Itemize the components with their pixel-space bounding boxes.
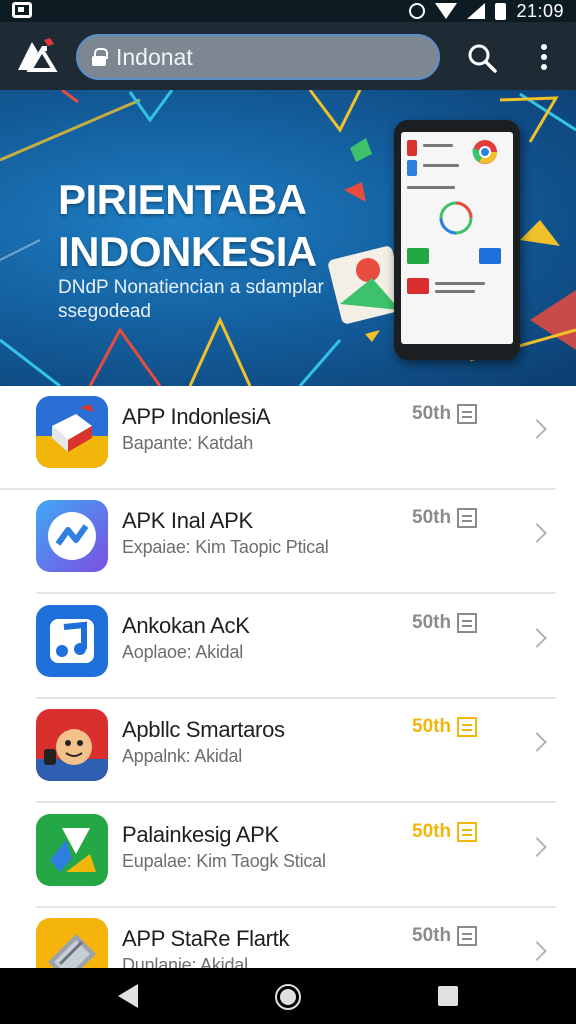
chevron-right-icon[interactable] [527,941,547,961]
home-icon[interactable] [275,984,301,1010]
app-icon [36,814,108,886]
chevron-right-icon[interactable] [527,837,547,857]
chrome-icon [472,140,497,164]
app-size: 50th [412,403,478,425]
app-size-value: 50th [412,403,452,424]
app-description: Aoplaoe: Akidal [122,642,244,662]
app-size-value: 50th [412,716,452,737]
app-size: 50th [412,507,478,529]
banner-title-line-2: INDONKESIA [58,228,317,275]
app-size-value: 50th [412,925,452,946]
chevron-right-icon[interactable] [527,628,547,648]
app-name: APP IndonlesiA [122,404,271,429]
download-size-icon [457,926,478,946]
download-size-icon [457,613,478,633]
divider [36,592,556,594]
app-name: Palainkesig APK [122,822,279,847]
download-size-icon [457,508,478,528]
app-size: 50th [412,821,478,843]
app-name: APP StaRe Flartk [122,926,290,951]
download-size-icon [457,822,478,842]
app-description: Expaiae: Kim Taopic Ptical [122,537,329,557]
app-size-value: 50th [412,507,452,528]
back-icon[interactable] [118,984,138,1008]
banner-subtitle: DNdP Nonatiencian a sdamplar ssegodead [58,277,324,322]
app-description: Appalnk: Akidal [122,746,243,766]
battery-icon [495,2,507,20]
list-item[interactable]: Apbllc Smartaros Appalnk: Akidal 50th [0,699,576,803]
address-bar[interactable]: Indonat [76,34,440,80]
lock-icon [92,48,108,66]
app-size: 50th [412,716,478,738]
download-size-icon [457,404,478,424]
status-time: 21:09 [516,0,564,21]
phone-screen [401,132,513,344]
list-item[interactable]: APP IndonlesiA Bapante: Katdah 50th [0,386,576,490]
list-item[interactable]: APP StaRe Flartk Dunlanie: Akidal 50th [0,908,576,968]
app-name: Ankokan AcK [122,613,250,638]
app-logo-icon[interactable] [16,36,58,74]
app-icon [36,396,108,468]
wifi-icon [435,3,458,19]
notification-icon [12,2,32,18]
browser-toolbar: Indonat [0,22,576,90]
alarm-icon [409,3,426,19]
url-text[interactable]: Indonat [116,44,193,71]
list-item[interactable]: Ankokan AcK Aoplaoe: Akidal 50th [0,595,576,699]
app-description: Bapante: Katdah [122,433,254,453]
list-item[interactable]: Palainkesig APK Eupalae: Kim Taogk Stica… [0,804,576,908]
list-item[interactable]: APK Inal APK Expaiae: Kim Taopic Ptical … [0,490,576,594]
signal-icon [467,3,486,19]
app-description: Eupalae: Kim Taogk Stical [122,851,326,871]
app-icon [36,605,108,677]
app-size: 50th [412,925,478,947]
app-name: Apbllc Smartaros [122,717,285,742]
status-bar: 21:09 [0,0,576,22]
app-description: Dunlanie: Akidal [122,955,248,968]
divider [36,801,556,803]
app-size-value: 50th [412,612,452,633]
phone-chart-icon [439,201,473,235]
app-icon [36,500,108,572]
chevron-right-icon[interactable] [527,419,547,439]
system-nav-bar [0,968,576,1024]
promo-banner[interactable]: PIRIENTABA INDONKESIA DNdP Nonatiencian … [0,90,576,386]
app-size-value: 50th [412,821,452,842]
banner-title: PIRIENTABA INDONKESIA [58,174,317,278]
app-icon [36,709,108,781]
app-name: APK Inal APK [122,508,253,533]
download-size-icon [457,717,478,737]
recents-icon[interactable] [438,986,458,1006]
chevron-right-icon[interactable] [527,523,547,543]
search-icon[interactable] [466,42,498,74]
app-icon [36,918,108,968]
more-vert-icon[interactable] [532,40,556,74]
chevron-right-icon[interactable] [527,732,547,752]
banner-title-line-1: PIRIENTABA [58,176,307,223]
banner-phone-illustration [394,120,520,360]
app-size: 50th [412,612,478,634]
app-list: APP IndonlesiA Bapante: Katdah 50th APK … [0,386,576,968]
status-icons: 21:09 [409,0,564,22]
